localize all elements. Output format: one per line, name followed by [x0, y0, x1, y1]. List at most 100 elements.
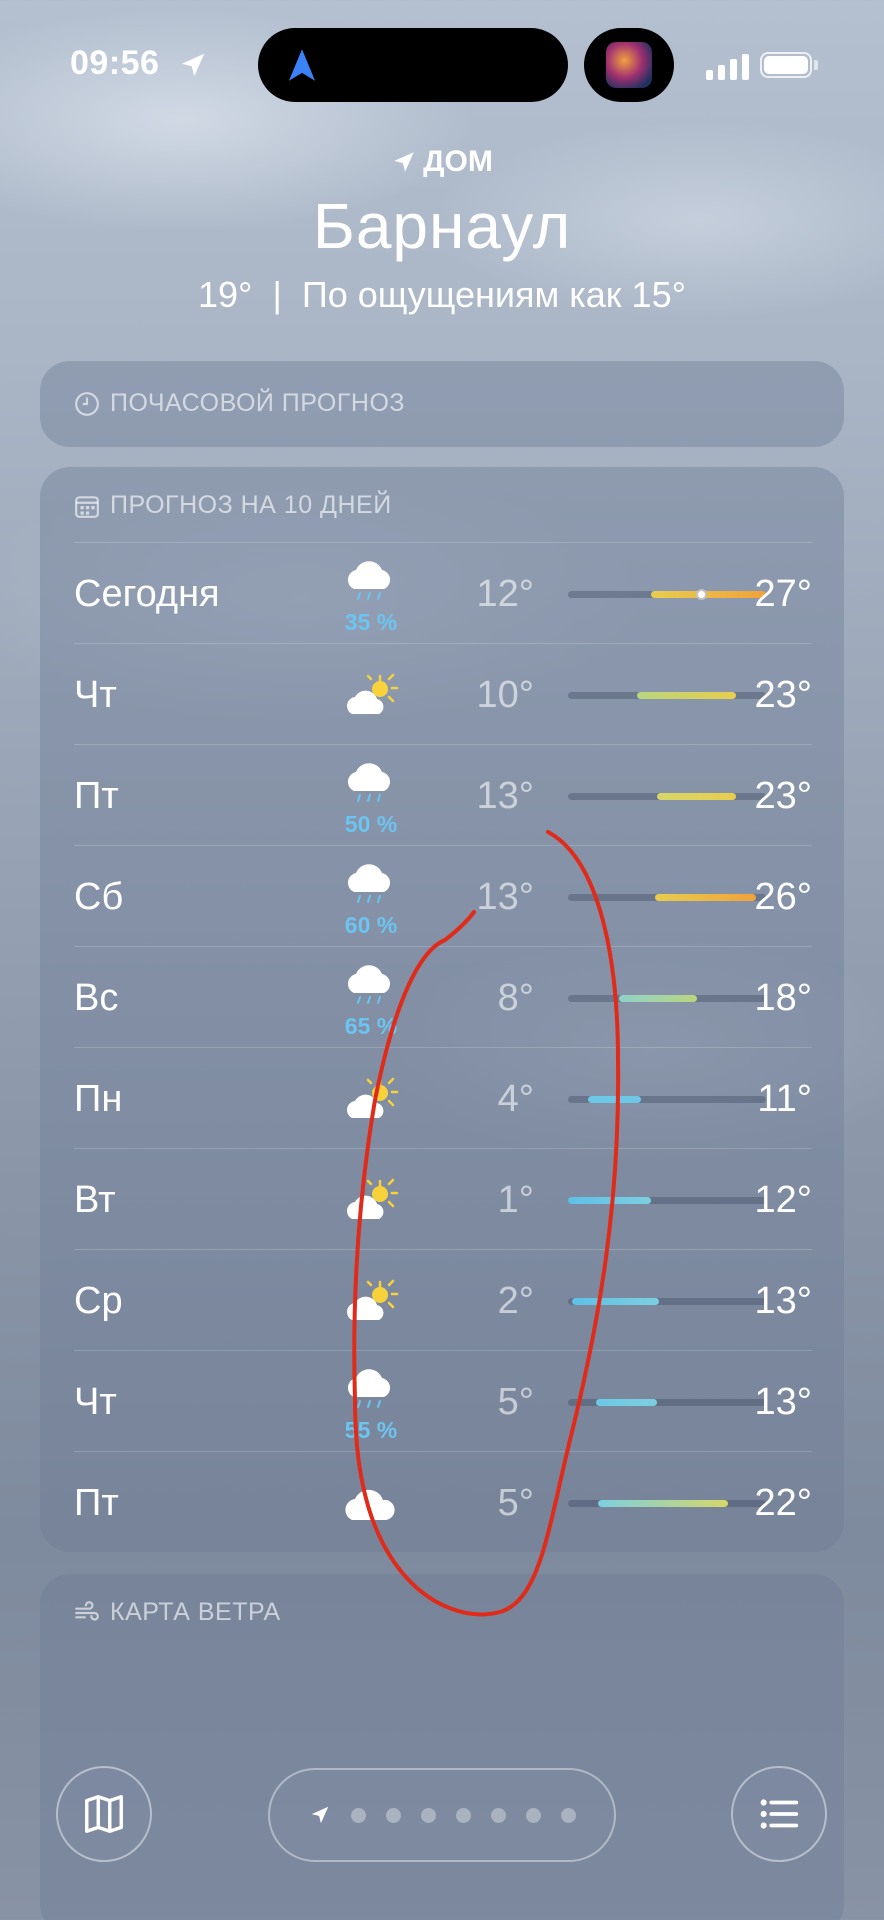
- cloud-icon: [345, 1489, 395, 1520]
- rain-cloud-icon: [347, 864, 391, 903]
- temperature-range-bar: [568, 589, 766, 600]
- low-temp: 2°: [497, 1280, 534, 1322]
- temperature-range-bar: [568, 1399, 766, 1406]
- battery-icon: [760, 52, 812, 78]
- day-label: Сегодня: [74, 573, 220, 615]
- page-dot[interactable]: [420, 1807, 436, 1823]
- forecast-day-row[interactable]: Чт 10° 23°: [74, 643, 812, 744]
- high-temp: 13°: [754, 1381, 812, 1423]
- forecast-day-row[interactable]: Пн 4° 11°: [74, 1047, 812, 1148]
- low-temp: 1°: [497, 1179, 534, 1221]
- rain-cloud-icon: [347, 763, 391, 802]
- forecast-day-row[interactable]: Сб 60 % 13° 26°: [74, 845, 812, 946]
- partly-sunny-icon: [347, 673, 399, 714]
- wind-map-title: КАРТА ВЕТРА: [110, 1598, 281, 1626]
- map-icon: [85, 1795, 123, 1833]
- precipitation-chance: 35 %: [344, 609, 398, 635]
- forecast-day-row[interactable]: Пт 5° 22°: [74, 1451, 812, 1552]
- partly-sunny-icon: [347, 1178, 399, 1219]
- hourly-forecast-card[interactable]: ПОЧАСОВОЙ ПРОГНОЗ: [40, 361, 844, 447]
- high-temp: 26°: [754, 876, 812, 918]
- day-label: Ср: [74, 1280, 123, 1322]
- forecast-rows: Сегодня 35 % 12° 27° Чт 10° 23° Пт 50 % 13° 23° Сб 6…: [74, 542, 812, 1552]
- forecast-day-row[interactable]: Ср 2° 13°: [74, 1249, 812, 1350]
- temperature-range-fill: [655, 894, 757, 901]
- temperature-range-bar: [568, 1197, 766, 1204]
- separator: |: [272, 274, 282, 315]
- location-arrow-icon: [311, 1806, 328, 1824]
- forecast-day-row[interactable]: Чт 55 % 5° 13°: [74, 1350, 812, 1451]
- forecast-title: ПРОГНОЗ НА 10 ДНЕЙ: [110, 491, 392, 519]
- forecast-day-row[interactable]: Вс 65 % 8° 18°: [74, 946, 812, 1047]
- page-dot[interactable]: [490, 1807, 506, 1823]
- feels-like: По ощущениям как 15°: [301, 274, 686, 315]
- current-temp-marker: [695, 589, 707, 600]
- list-icon: [760, 1799, 799, 1829]
- day-label: Сб: [74, 876, 124, 918]
- app-artwork-icon: [606, 42, 652, 88]
- temperature-range-bar: [568, 894, 766, 901]
- temperature-range-fill: [568, 1197, 652, 1204]
- high-temp: 23°: [754, 674, 812, 716]
- temperature-range-fill: [597, 1500, 729, 1507]
- high-temp: 13°: [754, 1280, 812, 1322]
- precipitation-chance: 60 %: [344, 912, 398, 938]
- live-activity-bubble[interactable]: [584, 28, 674, 102]
- page-dot[interactable]: [455, 1807, 471, 1823]
- temperature-range-fill: [637, 692, 737, 699]
- city-name: Барнаул: [312, 190, 572, 262]
- calendar-icon: [75, 495, 99, 518]
- forecast-day-row[interactable]: Сегодня 35 % 12° 27°: [74, 542, 812, 643]
- day-label: Чт: [74, 1381, 117, 1423]
- day-label: Вс: [74, 977, 119, 1019]
- cellular-signal-icon: [706, 54, 749, 80]
- current-temp: 19°: [197, 274, 253, 315]
- temperature-range-bar: [568, 692, 766, 699]
- rain-cloud-icon: [347, 561, 391, 600]
- day-label: Чт: [74, 674, 117, 716]
- low-temp: 13°: [476, 876, 534, 918]
- day-label: Пт: [74, 1482, 119, 1524]
- temperature-range-fill: [619, 995, 697, 1002]
- page-dot[interactable]: [560, 1807, 576, 1823]
- location-arrow-icon: [394, 152, 414, 172]
- dynamic-island[interactable]: [258, 28, 568, 102]
- clock-icon: [75, 391, 99, 416]
- city-list-button[interactable]: [731, 1766, 827, 1862]
- high-temp: 18°: [754, 977, 812, 1019]
- navigation-arrow-icon: [288, 49, 316, 81]
- temperature-range-fill: [657, 793, 737, 800]
- location-header: ДОМ Барнаул 19° | По ощущениям как 15°: [0, 140, 884, 316]
- precipitation-chance: 65 %: [344, 1013, 398, 1039]
- temperature-range-fill: [571, 1298, 660, 1305]
- page-dot[interactable]: [525, 1807, 541, 1823]
- forecast-day-row[interactable]: Вт 1° 12°: [74, 1148, 812, 1249]
- low-temp: 13°: [476, 775, 534, 817]
- page-dot[interactable]: [385, 1807, 401, 1823]
- day-label: Пт: [74, 775, 119, 817]
- day-label: Вт: [74, 1179, 116, 1221]
- low-temp: 12°: [476, 573, 534, 615]
- temperature-range-fill: [595, 1399, 658, 1406]
- high-temp: 12°: [754, 1179, 812, 1221]
- temperature-range-bar: [568, 1298, 766, 1305]
- forecast-day-row[interactable]: Пт 50 % 13° 23°: [74, 744, 812, 845]
- low-temp: 5°: [497, 1482, 534, 1524]
- temperature-range-fill: [651, 591, 766, 598]
- low-temp: 8°: [497, 977, 534, 1019]
- temperature-range-bar: [568, 1500, 766, 1507]
- low-temp: 5°: [497, 1381, 534, 1423]
- high-temp: 23°: [754, 775, 812, 817]
- location-label: ДОМ: [423, 145, 493, 178]
- wind-icon: [75, 1600, 99, 1621]
- temperature-range-bar: [568, 995, 766, 1002]
- page-dot[interactable]: [350, 1807, 366, 1823]
- wind-map-card[interactable]: КАРТА ВЕТРА: [40, 1574, 844, 1920]
- page-indicator[interactable]: [268, 1768, 616, 1862]
- high-temp: 22°: [754, 1482, 812, 1524]
- hourly-title: ПОЧАСОВОЙ ПРОГНОЗ: [110, 389, 405, 417]
- map-button[interactable]: [56, 1766, 152, 1862]
- location-arrow-icon: [181, 53, 205, 77]
- day-label: Пн: [74, 1078, 123, 1120]
- ten-day-forecast-card[interactable]: ПРОГНОЗ НА 10 ДНЕЙ Сегодня 35 % 12° 27° Чт 10…: [40, 467, 844, 1552]
